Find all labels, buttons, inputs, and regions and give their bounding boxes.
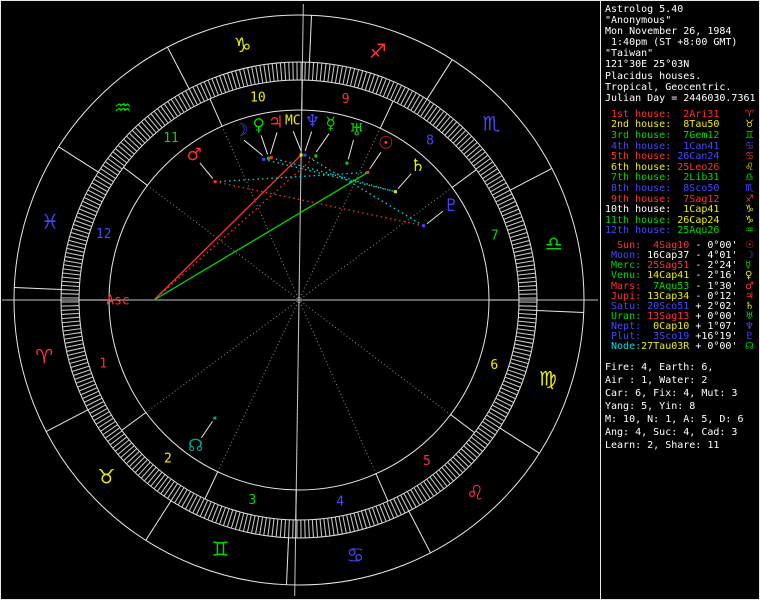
house-number: 7 bbox=[491, 228, 499, 243]
node-point bbox=[213, 417, 216, 420]
sagittarius-sign-icon: ♐ bbox=[369, 39, 387, 63]
scorpio-icon: ♏ bbox=[745, 184, 754, 195]
gemini-sign-icon: ♊ bbox=[211, 537, 229, 561]
jupiter-point bbox=[270, 156, 273, 159]
house-number: 9 bbox=[342, 92, 350, 107]
planet-glyphs: ♇ ♄ ☉ ♅ ☿ ♆ MC♃♀☽ ♂ ☊ bbox=[186, 112, 458, 457]
info-panel: Astrolog 5.40"Anonymous"Mon November 26,… bbox=[600, 1, 759, 599]
pisces-sign-icon: ♓ bbox=[41, 209, 59, 233]
venus-point bbox=[267, 157, 270, 160]
astrolog-window: ♈♉♊♋♌♍♎♏♐♑♒♓123456789101112♇♄☉♅☿♆MC♃♀☽♂☊… bbox=[0, 0, 760, 600]
neptune-glyph-icon: ♆ bbox=[305, 112, 320, 132]
stats-line: Fire: 4, Earth: 6, bbox=[605, 361, 759, 374]
house-number: 3 bbox=[248, 493, 256, 508]
house-number: 5 bbox=[423, 454, 431, 469]
sun-point bbox=[366, 171, 369, 174]
header-line: 1:40pm (ST +8:00 GMT) bbox=[605, 37, 759, 48]
header-line: Placidus houses. bbox=[605, 71, 759, 82]
stats-line: Yang: 5, Yin: 8 bbox=[605, 400, 759, 413]
header-line: 121°30E 25°03N bbox=[605, 59, 759, 70]
capricorn-sign-icon: ♑ bbox=[234, 33, 252, 57]
venus-glyph-icon: ♀ bbox=[253, 116, 265, 136]
header-line: "Anonymous" bbox=[605, 15, 759, 26]
aspect-lines bbox=[154, 155, 424, 300]
mc-label: MC bbox=[285, 114, 301, 129]
house-number: 4 bbox=[336, 494, 344, 509]
header-line: Astrolog 5.40 bbox=[605, 4, 759, 15]
planet-position-list: Sun: 4Sag10 - 0°00'☉ Moon: 16Cap37 - 4°0… bbox=[605, 241, 759, 353]
jupiter-glyph-icon: ♃ bbox=[268, 113, 283, 133]
stats-line: Car: 6, Fix: 4, Mut: 3 bbox=[605, 387, 759, 400]
sun-glyph-icon: ☉ bbox=[378, 133, 393, 153]
libra-sign-icon: ♎ bbox=[545, 232, 563, 256]
mc-point bbox=[300, 154, 303, 157]
neptune-point bbox=[303, 154, 306, 157]
uranus-point bbox=[345, 162, 348, 165]
node-icon: ☊ bbox=[745, 342, 754, 352]
stats-line: Learn: 2, Share: 11 bbox=[605, 439, 759, 452]
header-line: Mon November 26, 1984 bbox=[605, 26, 759, 37]
element-tally: Fire: 4, Earth: 6,Air : 1, Water: 2Car: … bbox=[605, 361, 759, 452]
house-cusp-list: 1st house: 2Ari31♈ 2nd house: 8Tau50♉ 3r… bbox=[605, 110, 759, 237]
cancer-sign-icon: ♋ bbox=[346, 543, 364, 567]
house-number: 12 bbox=[96, 227, 112, 242]
house-number: 1 bbox=[99, 357, 107, 372]
node-glyph-icon: ☊ bbox=[188, 436, 203, 456]
header-line: Julian Day = 2446030.7361 bbox=[605, 93, 759, 104]
chart-header: Astrolog 5.40"Anonymous"Mon November 26,… bbox=[605, 4, 759, 104]
pluto-point bbox=[422, 224, 425, 227]
pluto-glyph-icon: ♇ bbox=[444, 196, 459, 216]
uranus-glyph-icon: ♅ bbox=[349, 121, 364, 141]
wheel-chart: ♈♉♊♋♌♍♎♏♐♑♒♓123456789101112♇♄☉♅☿♆MC♃♀☽♂☊… bbox=[1, 1, 600, 599]
header-line: "Taiwan" bbox=[605, 48, 759, 59]
mars-point bbox=[214, 180, 217, 183]
house-number: 2 bbox=[164, 451, 172, 466]
moon-glyph-icon: ☽ bbox=[233, 121, 248, 141]
stats-line: M: 10, N: 1, A: 5, D: 6 bbox=[605, 413, 759, 426]
house-number: 8 bbox=[426, 134, 434, 149]
house-number: 10 bbox=[250, 91, 266, 106]
saturn-glyph-icon: ♄ bbox=[410, 156, 425, 176]
planet-row: Node:27Tau03R + 0°00'☊ bbox=[605, 342, 759, 352]
house-number: 11 bbox=[163, 131, 179, 146]
stats-line: Air : 1, Water: 2 bbox=[605, 374, 759, 387]
aries-sign-icon: ♈ bbox=[35, 344, 53, 368]
ascendant-label: Asc bbox=[106, 294, 129, 309]
house-row: 12th house: 25Aqu26♒ bbox=[605, 226, 759, 237]
aquarius-sign-icon: ♒ bbox=[114, 96, 132, 120]
house-number: 6 bbox=[490, 358, 498, 373]
scorpio-sign-icon: ♏ bbox=[483, 112, 501, 136]
saturn-point bbox=[394, 190, 397, 193]
taurus-sign-icon: ♉ bbox=[98, 464, 116, 488]
moon-point bbox=[262, 158, 265, 161]
mars-glyph-icon: ♂ bbox=[186, 145, 201, 165]
aquarius-icon: ♒ bbox=[745, 226, 754, 237]
header-line: Tropical, Geocentric. bbox=[605, 82, 759, 93]
mercury-point bbox=[314, 154, 317, 157]
leo-sign-icon: ♌ bbox=[466, 480, 484, 504]
virgo-sign-icon: ♍ bbox=[539, 367, 557, 391]
stats-line: Ang: 4, Suc: 4, Cad: 3 bbox=[605, 426, 759, 439]
mercury-glyph-icon: ☿ bbox=[326, 114, 336, 134]
asc-label-group: Asc bbox=[106, 294, 129, 309]
wheel-svg: ♈♉♊♋♌♍♎♏♐♑♒♓123456789101112♇♄☉♅☿♆MC♃♀☽♂☊… bbox=[1, 1, 600, 599]
